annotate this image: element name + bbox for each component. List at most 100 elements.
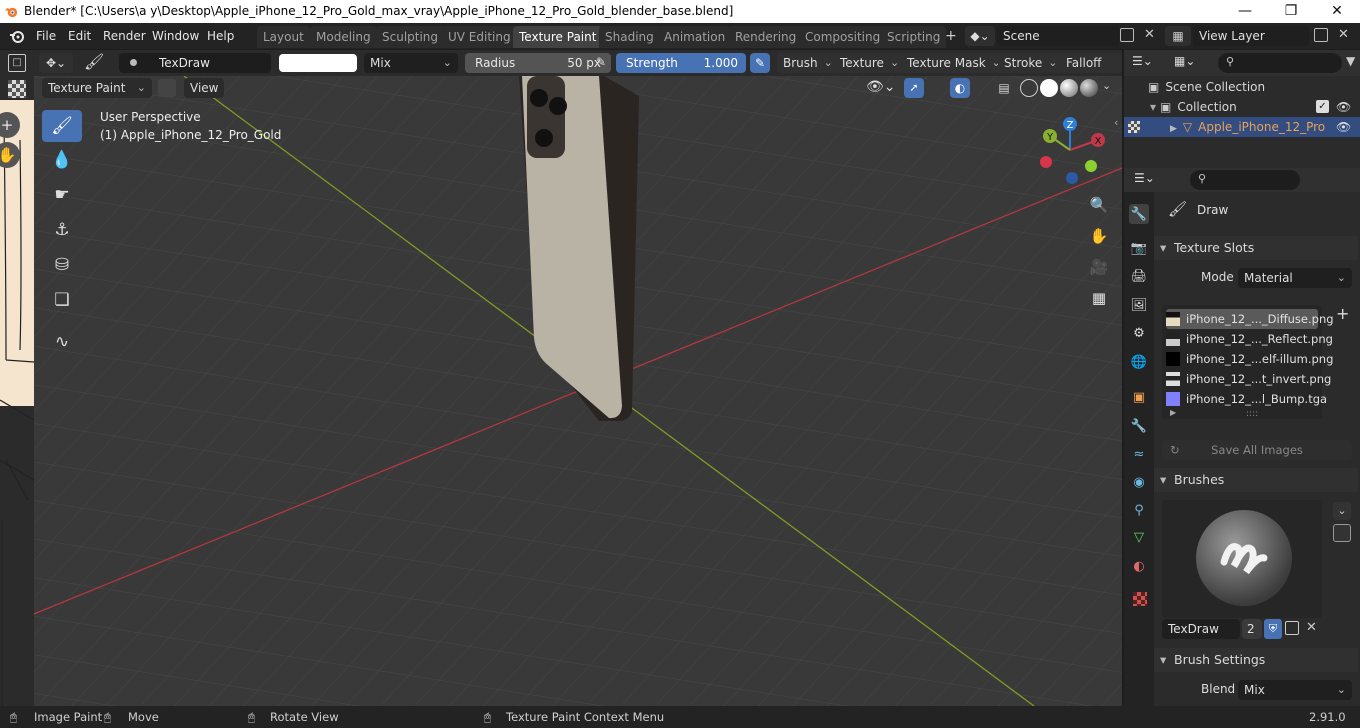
object-visibility-icon[interactable]: 👁 <box>1336 117 1351 137</box>
stroke-menu[interactable]: Stroke <box>998 53 1064 73</box>
strength-slider[interactable]: Strength 1.000 <box>616 53 746 73</box>
mask-tool-icon[interactable]: ❏ <box>42 284 82 316</box>
outliner-collection[interactable]: ▾ ▣ Collection ✓ 👁 <box>1124 97 1360 117</box>
brush-preview-box[interactable] <box>1162 500 1322 618</box>
remove-view-layer-icon[interactable]: ✕ <box>1338 27 1349 42</box>
tab-rendering[interactable]: Rendering <box>729 26 803 48</box>
add-slot-icon[interactable]: + <box>1336 304 1349 323</box>
view-layer-icon[interactable]: ▦ <box>1165 26 1191 46</box>
mode-dropdown[interactable]: Texture Paint <box>42 78 152 98</box>
outliner-search-input[interactable]: ⚲ <box>1218 53 1342 73</box>
texture-slot-self-illum[interactable]: iPhone_12_...elf-illum.png <box>1166 349 1333 369</box>
paint-mask-icon[interactable] <box>158 79 176 97</box>
scene-tab-icon[interactable]: ⚙ <box>1129 323 1149 343</box>
draw-tool-icon[interactable]: 🖌 <box>42 110 82 142</box>
add-workspace-icon[interactable]: + <box>945 28 957 44</box>
tab-uv-editing[interactable]: UV Editing <box>442 26 517 48</box>
shading-material-icon[interactable] <box>1060 79 1078 97</box>
minimize-button[interactable]: — <box>1222 0 1268 23</box>
brush-datablock[interactable]: TexDraw <box>119 53 271 73</box>
constraints-tab-icon[interactable]: ⚲ <box>1129 500 1149 520</box>
view-layer-field[interactable]: View Layer <box>1193 26 1309 46</box>
tab-compositing[interactable]: Compositing <box>799 26 887 48</box>
shading-solid-icon[interactable] <box>1040 79 1058 97</box>
save-all-images-button[interactable]: ↻ Save All Images <box>1162 440 1352 460</box>
brush-menu-icon[interactable]: ⌄ <box>1333 502 1351 520</box>
list-resize-handle[interactable]: :::: <box>1246 409 1258 419</box>
gizmo-toggle-icon[interactable]: ➚ <box>904 78 924 98</box>
properties-search-input[interactable]: ⚲ <box>1190 170 1300 190</box>
collapse-arrow-icon[interactable]: ▾ <box>1150 100 1156 114</box>
tab-modeling[interactable]: Modeling <box>310 26 377 48</box>
texture-slot-invert[interactable]: iPhone_12_...t_invert.png <box>1166 369 1331 389</box>
collection-visibility-icon[interactable]: 👁 <box>1336 97 1351 117</box>
ortho-grid-icon[interactable]: ▦ <box>1086 285 1112 311</box>
overlays-toggle-icon[interactable]: ◐ <box>950 78 970 98</box>
texture-tab-icon[interactable] <box>1133 592 1147 606</box>
menu-file[interactable]: File <box>30 27 62 45</box>
texture-mask-menu[interactable]: Texture Mask <box>901 53 1007 73</box>
shading-options-icon[interactable]: ⌄ <box>1102 79 1111 92</box>
render-tab-icon[interactable]: 📷 <box>1129 238 1149 258</box>
new-scene-icon[interactable] <box>1120 28 1134 42</box>
new-view-layer-icon[interactable] <box>1314 28 1328 42</box>
tool-properties-tab-icon[interactable]: 🔧 <box>1129 204 1149 224</box>
material-tab-icon[interactable]: ◐ <box>1129 556 1149 576</box>
annotate-tool-icon[interactable]: ∿ <box>42 326 82 358</box>
unlink-brush-icon[interactable]: ✕ <box>1306 620 1317 635</box>
brush-blend-dropdown[interactable]: Mix <box>1238 680 1352 700</box>
menu-edit[interactable]: Edit <box>62 27 97 45</box>
modifiers-tab-icon[interactable]: 🔧 <box>1129 416 1149 436</box>
view-menu[interactable]: View <box>184 78 225 98</box>
expand-arrow-icon[interactable]: ▶ <box>1170 124 1177 134</box>
properties-editor-icon[interactable]: ☰⌄ <box>1134 171 1155 185</box>
soften-tool-icon[interactable]: 💧 <box>42 144 82 176</box>
texture-menu[interactable]: Texture <box>834 53 906 73</box>
brush-name-field[interactable]: TexDraw <box>159 53 210 73</box>
smear-tool-icon[interactable]: ☛ <box>42 179 82 211</box>
blend-mode-dropdown[interactable]: Mix <box>364 53 458 73</box>
tab-texture-paint[interactable]: Texture Paint <box>513 26 603 48</box>
tab-shading[interactable]: Shading <box>599 26 660 48</box>
falloff-menu[interactable]: Falloff <box>1060 53 1122 73</box>
view-layer-tab-icon[interactable]: 🖼 <box>1129 295 1149 315</box>
particles-tab-icon[interactable]: ≈ <box>1129 444 1149 464</box>
texture-slots-panel-header[interactable]: Texture Slots <box>1154 236 1358 260</box>
blender-menu-icon[interactable] <box>9 28 25 44</box>
clone-tool-icon[interactable]: ⚓ <box>42 214 82 246</box>
brushes-panel-header[interactable]: Brushes <box>1154 468 1358 492</box>
collection-checkbox[interactable]: ✓ <box>1316 100 1329 113</box>
list-expand-icon[interactable]: ▶ <box>1170 408 1176 417</box>
world-tab-icon[interactable]: 🌐 <box>1129 352 1149 372</box>
scene-selector-icon[interactable]: ◆⌄ <box>965 26 995 46</box>
fill-tool-icon[interactable]: ⛁ <box>42 249 82 281</box>
slot-mode-dropdown[interactable]: Material <box>1238 268 1352 288</box>
data-tab-icon[interactable]: ▽ <box>1129 527 1149 547</box>
shading-wireframe-icon[interactable] <box>1020 79 1038 97</box>
duplicate-brush-icon[interactable] <box>1285 621 1299 635</box>
outliner-scene-collection[interactable]: ▣ Scene Collection <box>1124 77 1360 97</box>
brush-color-swatch[interactable] <box>279 54 357 72</box>
maximize-button[interactable]: ❐ <box>1268 0 1314 23</box>
menu-window[interactable]: Window <box>146 27 205 45</box>
texture-slot-bump[interactable]: iPhone_12_...l_Bump.tga <box>1166 389 1327 409</box>
brush-menu[interactable]: Brush <box>777 53 839 73</box>
display-mode-icon[interactable]: ▦⌄ <box>1174 54 1195 68</box>
pan-hand-icon[interactable]: ✋ <box>1086 223 1112 249</box>
physics-tab-icon[interactable]: ◉ <box>1129 472 1149 492</box>
brush-image-icon[interactable] <box>1333 524 1351 542</box>
tab-layout[interactable]: Layout <box>257 26 310 48</box>
shading-rendered-icon[interactable] <box>1080 79 1098 97</box>
tab-sculpting[interactable]: Sculpting <box>376 26 445 48</box>
scene-name-field[interactable]: Scene <box>997 26 1119 46</box>
brush-users-count[interactable]: 2 <box>1242 619 1262 639</box>
editor-type-icon[interactable]: □ <box>8 54 26 72</box>
filter-icon[interactable]: ▼ <box>1346 54 1355 68</box>
fake-user-shield-icon[interactable]: ⛨ <box>1264 619 1282 639</box>
radius-pressure-icon[interactable]: ✎ <box>596 55 606 69</box>
tab-scripting[interactable]: Scripting <box>881 26 947 48</box>
xray-toggle-icon[interactable]: ▤ <box>994 78 1014 98</box>
outliner-object-row[interactable]: ▶ ▽ Apple_iPhone_12_Pro 👁 <box>1124 117 1360 137</box>
brush-settings-panel-header[interactable]: Brush Settings <box>1154 648 1358 672</box>
strength-pressure-icon[interactable]: ✎ <box>750 53 770 73</box>
